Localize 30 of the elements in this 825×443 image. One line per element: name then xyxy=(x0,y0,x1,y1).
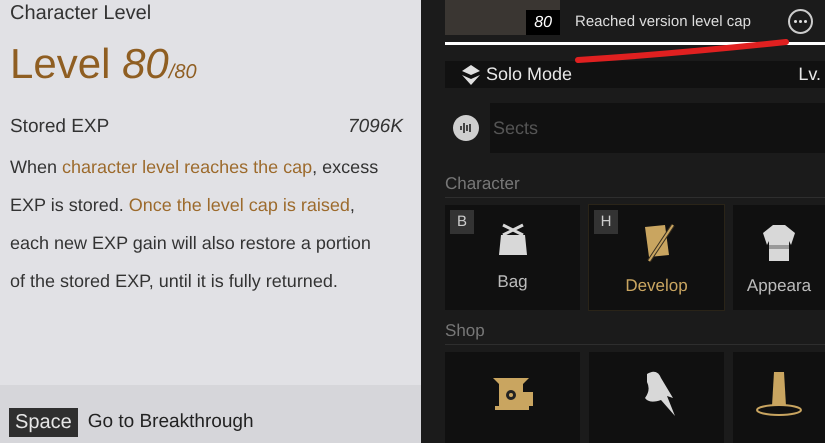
mode-label: Solo Mode xyxy=(486,63,572,86)
stored-exp-value: 7096K xyxy=(348,115,404,139)
tile-label: Bag xyxy=(497,271,528,293)
status-text: Reached version level cap xyxy=(575,12,751,32)
diamond-arrows-icon xyxy=(462,64,480,84)
hotkey-badge: B xyxy=(450,210,474,234)
section-header: Character xyxy=(445,173,825,198)
panel-title: Character Level xyxy=(10,1,152,25)
menu-tile[interactable]: H Develop xyxy=(589,205,724,310)
space-key[interactable]: Space xyxy=(9,408,78,436)
stored-exp-label: Stored EXP xyxy=(10,115,110,139)
menu-tile[interactable]: Appeara xyxy=(733,205,825,310)
more-icon xyxy=(794,20,807,23)
level-display: Level 80/80 xyxy=(10,39,198,89)
description-text: When character level reaches the cap, excess EXP is stored. Once the level cap is raised, each new EXP gain will also restore a portion of the stored EXP, until it is fully returned. xyxy=(10,156,380,293)
menu-tile[interactable] xyxy=(589,352,724,443)
sound-wave-icon xyxy=(453,115,479,141)
menu-tile[interactable]: B Bag xyxy=(445,205,580,310)
tile-label: Appeara xyxy=(746,275,812,297)
menu-tile[interactable] xyxy=(733,352,825,443)
more-button[interactable] xyxy=(788,9,813,34)
menu-tile[interactable] xyxy=(445,352,580,443)
mode-bar[interactable]: Solo Mode Lv. xyxy=(445,61,825,88)
level-badge: 80 xyxy=(526,10,560,35)
section-header: Shop xyxy=(445,320,825,345)
sects-field[interactable]: Sects xyxy=(490,103,825,153)
breakthrough-label[interactable]: Go to Breakthrough xyxy=(88,408,254,436)
tile-label: Develop xyxy=(625,275,688,297)
mode-level-text: Lv. xyxy=(798,63,821,86)
hotkey-badge: H xyxy=(594,210,618,234)
